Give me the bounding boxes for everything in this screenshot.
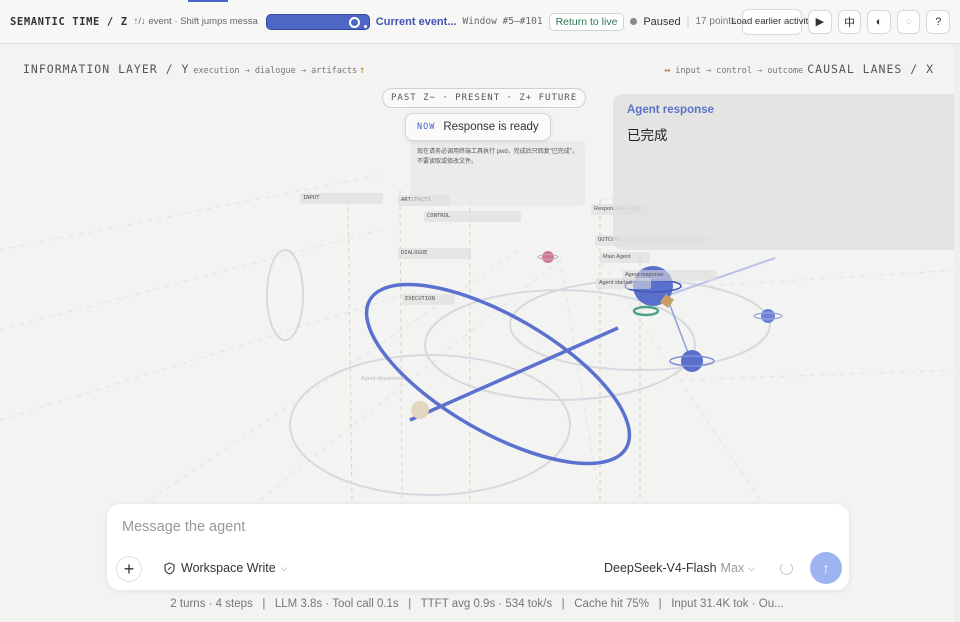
workspace-mode-label: Workspace Write (181, 561, 276, 575)
agent-started-label[interactable]: Agent started (596, 278, 651, 289)
window-range: Window #5–#101 (462, 16, 543, 27)
agent-response-title: Agent response (627, 104, 714, 116)
input-node[interactable] (537, 251, 559, 263)
slider-tick (363, 24, 367, 28)
shield-edit-icon (164, 561, 175, 575)
load-earlier-button[interactable]: Load earlier activity (731, 8, 813, 35)
top-toolbar: SEMANTIC TIME / Z ↑/↓ event · Shift jump… (0, 0, 960, 44)
outcome-node[interactable] (753, 309, 783, 323)
semantic-time-title: SEMANTIC TIME / Z (10, 15, 128, 28)
prompt-ghost-card[interactable]: 现在请务必调用终端工具执行 pwd，完成后只回复"已完成"，不要读取或修改文件。 (410, 141, 585, 206)
keyboard-hint: ↑/↓ event · Shift jumps messa (133, 16, 258, 27)
play-button[interactable]: ▶ (808, 9, 832, 34)
play-icon: ▶ (815, 16, 825, 28)
add-attachment-button[interactable]: + (116, 556, 142, 582)
agent-response-card[interactable]: Agent response 已完成 (613, 94, 958, 250)
record-button[interactable]: ○ (896, 9, 921, 34)
help-button[interactable]: ? (926, 9, 951, 34)
now-card[interactable]: NOW Response is ready (405, 113, 551, 141)
slider-thumb[interactable] (348, 16, 360, 28)
control-lane-label[interactable]: CONTROL (424, 211, 521, 222)
return-to-live-button[interactable]: Return to live (548, 12, 625, 31)
workspace-mode-select[interactable]: Workspace Write ⌵ (163, 561, 288, 575)
session-stats-bar: 2 turns · 4 steps | LLM 3.8s · Tool call… (170, 598, 784, 610)
now-text: Response is ready (443, 121, 539, 133)
execution-lane-label[interactable]: EXECUTION (402, 294, 455, 305)
dialogue-lane-label[interactable]: DIALOGUE (398, 248, 471, 259)
now-tag: NOW (417, 122, 436, 132)
language-button[interactable]: 中 (837, 9, 862, 34)
time-direction-pill: PAST Z− · PRESENT · Z+ FUTURE (382, 88, 587, 108)
time-slider[interactable] (265, 13, 370, 30)
send-button[interactable]: ↑ (810, 552, 842, 584)
agent-dispatched-label[interactable]: Agent dispatched (358, 374, 416, 385)
status-dot-icon (630, 18, 638, 25)
current-event-link[interactable]: Current event... (376, 16, 457, 28)
model-select[interactable]: DeepSeek-V4-Flash Max ⌵ (604, 561, 755, 575)
model-level: Max (720, 561, 745, 575)
scrollbar[interactable] (954, 44, 960, 622)
event-trail[interactable] (409, 326, 619, 422)
loading-spinner-icon (780, 562, 793, 575)
chevron-down-icon: ⌵ (280, 562, 288, 573)
chevron-down-icon: ⌵ (748, 562, 755, 573)
circle-icon: ○ (905, 15, 912, 28)
input-lane-label[interactable]: INPUT (300, 193, 383, 204)
active-indicator (188, 0, 228, 2)
dispatch-node[interactable] (411, 401, 429, 419)
agent-response-body: 已完成 (627, 128, 668, 143)
prompt-ghost-text: 现在请务必调用终端工具执行 pwd，完成后只回复"已完成"，不要读取或修改文件。 (417, 149, 578, 165)
divider: | (686, 15, 690, 28)
contrast-button[interactable]: ◐ (867, 9, 891, 34)
message-input[interactable]: Message the agent (122, 519, 245, 535)
status-label: Paused (643, 15, 681, 28)
points-count: 17 points (695, 16, 737, 27)
model-name: DeepSeek-V4-Flash (603, 561, 717, 575)
message-composer[interactable]: Message the agent + Workspace Write ⌵ De… (106, 503, 850, 591)
main-agent-label[interactable]: Main Agent (600, 252, 650, 263)
arrow-up-icon: ↑ (822, 560, 830, 576)
contrast-icon: ◐ (875, 15, 883, 28)
